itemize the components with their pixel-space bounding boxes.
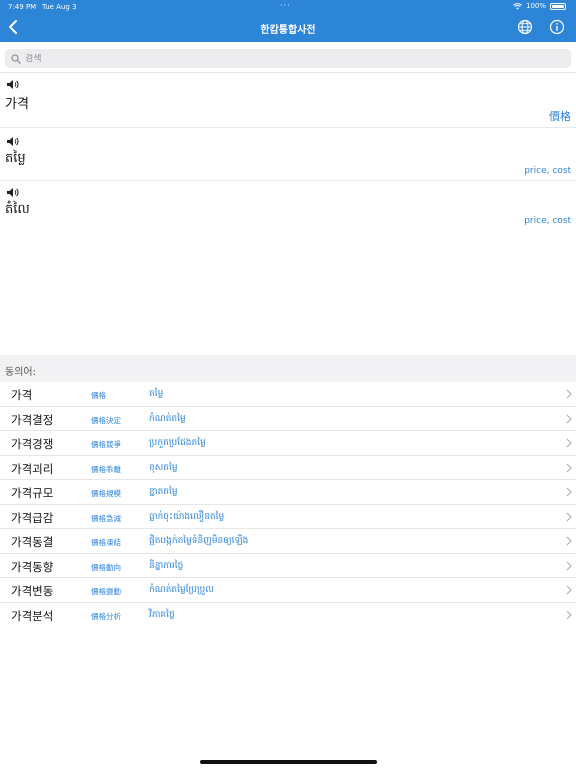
synonym-khmer: ខ្នាតតម្លៃ	[149, 487, 178, 497]
synonym-korean: 가격괴리	[11, 461, 54, 476]
synonym-row[interactable]: 가격 價格 តម្លៃ	[0, 382, 576, 407]
chevron-right-icon	[566, 561, 572, 570]
info-button[interactable]	[549, 19, 565, 35]
synonym-row[interactable]: 가격경쟁 價格競爭 ប្រកួតប្រជែងតម្លៃ	[0, 431, 576, 456]
synonym-korean: 가격분석	[11, 608, 54, 623]
speaker-icon[interactable]	[6, 79, 20, 90]
synonym-korean: 가격동결	[11, 535, 54, 549]
synonym-hanja: 價格變動	[91, 587, 121, 596]
status-time: 7:49 PM	[8, 3, 37, 11]
synonym-korean: 가격결정	[11, 412, 54, 427]
chevron-right-icon	[566, 389, 572, 399]
synonym-hanja: 價格乖離	[91, 464, 121, 474]
chevron-right-icon	[566, 438, 572, 448]
synonym-hanja: 價格動向	[91, 562, 121, 572]
entry-word: តម្លៃ	[5, 151, 26, 166]
synonym-khmer: ផ្អិតបង្កក់តម្លៃទំនិញមិនឲ្យឡើង	[149, 536, 249, 546]
synonym-row[interactable]: 가격동향 價格動向 និន្នាការថ្លៃ	[0, 554, 576, 578]
chevron-right-icon	[566, 487, 572, 497]
synonym-hanja: 價格分析	[91, 611, 121, 621]
navigation-bar: 7:49 PM Tue Aug 3 ··· 100% 한캄통합사전	[0, 0, 576, 42]
search-input[interactable]	[25, 53, 545, 64]
synonym-korean: 가격동향	[11, 559, 54, 574]
globe-icon	[517, 19, 533, 35]
synonym-korean: 가격규모	[11, 486, 54, 500]
synonym-khmer: ខុសតម្លៃ	[149, 462, 178, 473]
synonyms-list: 가격 價格 តម្លៃ 가격결정 價格決定 កំណត់តម្លៃ 가격경쟁 價格…	[0, 382, 576, 627]
entry-card: 가격 價格	[0, 74, 576, 128]
chevron-right-icon	[566, 610, 572, 619]
status-bar: 7:49 PM Tue Aug 3 ··· 100%	[0, 0, 576, 13]
chevron-right-icon	[566, 463, 572, 472]
search-bar	[0, 42, 576, 73]
wifi-icon	[513, 2, 522, 10]
synonym-korean: 가격급감	[11, 510, 54, 525]
synonym-khmer: វិភាគថ្លៃ	[149, 609, 175, 620]
entries-panel: 가격 價格 តម្លៃ price, cost តំលៃ price, cost	[0, 74, 576, 354]
status-date: Tue Aug 3	[42, 3, 77, 11]
synonym-khmer: ប្រកួតប្រជែងតម្លៃ	[149, 438, 206, 448]
page-title: 한캄통합사전	[260, 25, 316, 36]
synonym-khmer: កំណត់តម្លៃ	[149, 413, 186, 424]
entry-word: 가격	[5, 97, 29, 112]
synonym-khmer: កំណត់តម្លៃប្រែប្រួល	[149, 585, 214, 595]
battery-icon	[550, 2, 566, 10]
entry-meaning[interactable]: price, cost	[524, 216, 571, 226]
synonym-hanja: 價格凍結	[91, 538, 121, 547]
speaker-icon[interactable]	[6, 136, 20, 147]
entry-meaning[interactable]: 價格	[549, 108, 571, 124]
entry-meaning[interactable]: price, cost	[524, 166, 571, 176]
chevron-left-icon	[9, 20, 17, 34]
synonym-row[interactable]: 가격급감 價格急減 ធ្លាក់ចុះយ៉ាងលឿនតម្លៃ	[0, 505, 576, 529]
multitasking-dots-icon[interactable]: ···	[280, 1, 291, 10]
language-button[interactable]	[517, 19, 533, 35]
synonym-row[interactable]: 가격분석 價格分析 វិភាគថ្លៃ	[0, 603, 576, 628]
speaker-icon[interactable]	[6, 187, 20, 198]
synonym-hanja: 價格急減	[91, 513, 121, 523]
entry-card: តម្លៃ price, cost	[0, 131, 576, 181]
synonym-khmer: ធ្លាក់ចុះយ៉ាងលឿនតម្លៃ	[149, 511, 225, 522]
info-icon	[549, 19, 565, 35]
chevron-right-icon	[566, 585, 572, 595]
synonym-khmer: តម្លៃ	[149, 389, 164, 399]
synonym-hanja: 價格	[91, 391, 106, 400]
chevron-right-icon	[566, 414, 572, 423]
chevron-right-icon	[566, 536, 572, 546]
synonym-hanja: 價格競爭	[91, 440, 121, 449]
synonym-row[interactable]: 가격규모 價格規模 ខ្នាតតម្លៃ	[0, 480, 576, 505]
chevron-right-icon	[566, 512, 572, 521]
entry-card: តំលៃ price, cost	[0, 182, 576, 354]
back-button[interactable]	[4, 17, 22, 37]
battery-percent: 100%	[525, 2, 546, 10]
synonym-khmer: និន្នាការថ្លៃ	[149, 560, 184, 571]
synonyms-section-header: 동의어:	[0, 355, 576, 382]
synonyms-label: 동의어:	[5, 367, 36, 378]
synonym-korean: 가격변동	[11, 584, 54, 598]
synonym-row[interactable]: 가격결정 價格決定 កំណត់តម្លៃ	[0, 407, 576, 431]
synonym-row[interactable]: 가격변동 價格變動 កំណត់តម្លៃប្រែប្រួល	[0, 578, 576, 603]
entry-word: តំលៃ	[5, 202, 30, 217]
synonym-row[interactable]: 가격동결 價格凍結 ផ្អិតបង្កក់តម្លៃទំនិញមិនឲ្យឡើង	[0, 529, 576, 554]
synonym-korean: 가격경쟁	[11, 437, 54, 451]
search-icon	[11, 53, 21, 64]
synonym-hanja: 價格決定	[91, 415, 121, 425]
synonym-row[interactable]: 가격괴리 價格乖離 ខុសតម្លៃ	[0, 456, 576, 480]
home-indicator[interactable]	[200, 760, 377, 764]
synonym-korean: 가격	[11, 388, 33, 402]
synonym-hanja: 價格規模	[91, 489, 121, 498]
search-field[interactable]	[5, 49, 571, 68]
